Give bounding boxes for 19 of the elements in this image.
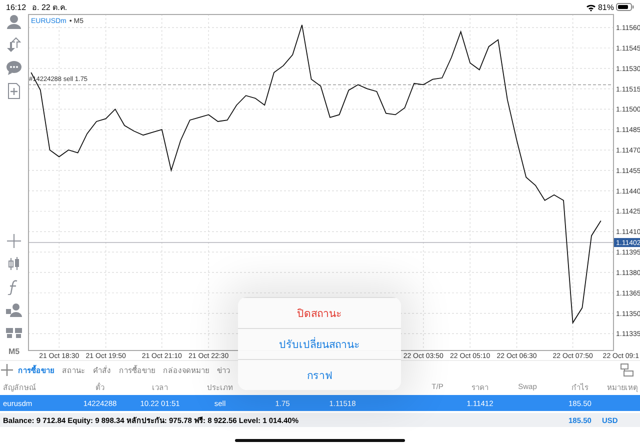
new-document-icon[interactable] <box>6 83 22 99</box>
clock: 16:12 <box>6 2 26 12</box>
menu-option[interactable]: ปรับเปลี่ยนสถานะ <box>238 328 401 359</box>
timeframe-button[interactable]: M5 <box>8 347 20 356</box>
crosshair-icon[interactable] <box>6 233 22 249</box>
person-icon[interactable] <box>6 14 22 30</box>
windows-icon[interactable] <box>6 325 22 341</box>
objects-icon[interactable] <box>6 302 22 318</box>
battery-percent: 81% <box>598 2 614 12</box>
battery-icon[interactable] <box>616 3 634 11</box>
wifi-icon[interactable] <box>586 2 596 12</box>
menu-option[interactable]: ปิดสถานะ <box>238 297 401 328</box>
menu-option[interactable]: กราฟ <box>238 359 401 390</box>
layout-icon[interactable] <box>620 363 634 377</box>
date: อ. 22 ต.ค. <box>32 2 68 14</box>
chat-icon[interactable] <box>6 60 22 76</box>
candlestick-icon[interactable] <box>6 256 22 272</box>
transfer-arrows-icon[interactable] <box>6 37 22 53</box>
add-icon[interactable] <box>0 363 14 377</box>
